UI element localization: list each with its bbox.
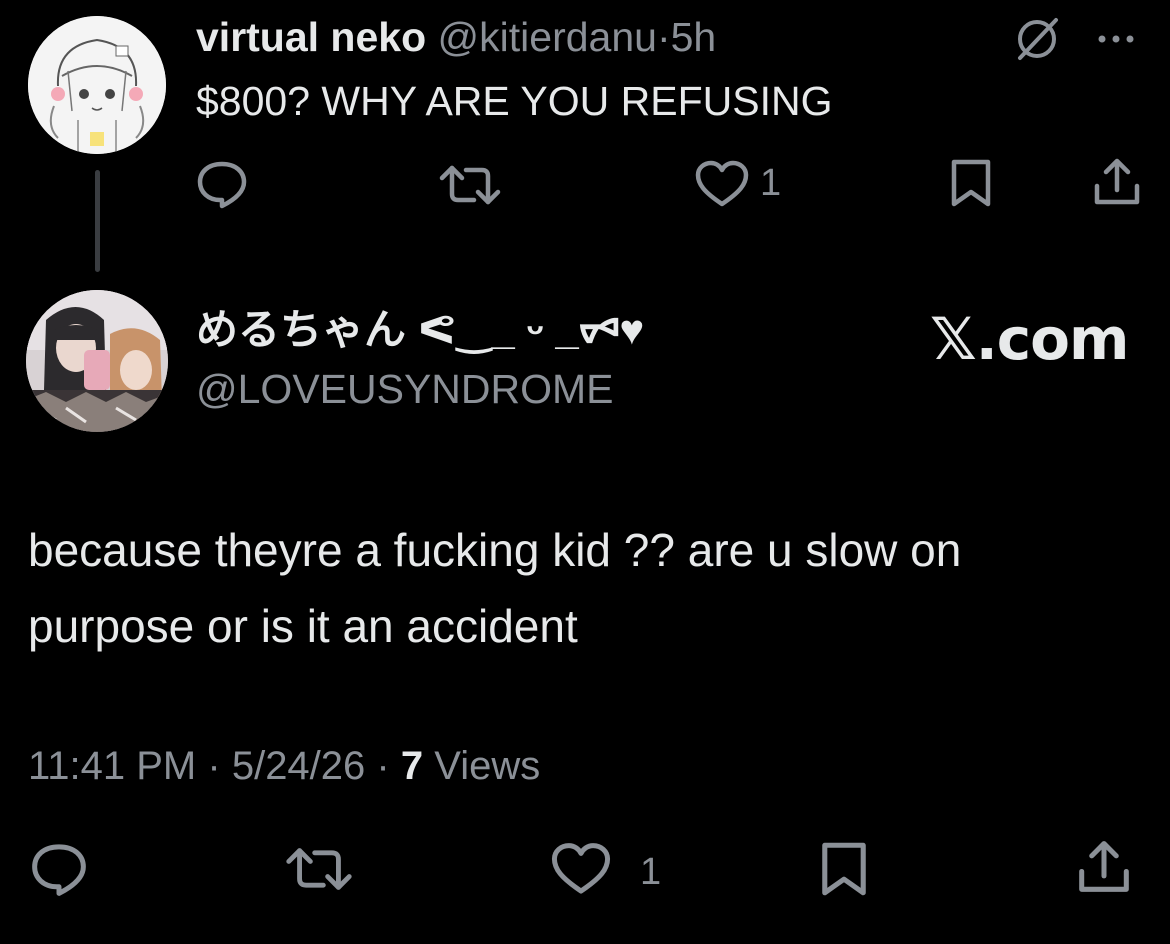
parent-timestamp[interactable]: 5h	[671, 14, 717, 60]
parent-tweet-text: $800? WHY ARE YOU REFUSING	[196, 78, 833, 124]
bookmark-icon[interactable]	[948, 158, 994, 208]
parent-handle[interactable]: @kitierdanu	[438, 14, 657, 60]
reply-tweet-text: because theyre a fucking kid ?? are u sl…	[28, 524, 962, 652]
grok-icon[interactable]	[1012, 14, 1062, 64]
retweet-icon[interactable]	[284, 842, 354, 896]
reply-date[interactable]: 5/24/26	[232, 744, 365, 788]
separator-dot: ·	[207, 744, 221, 788]
reply-handle[interactable]: @LOVEUSYNDROME	[196, 364, 614, 414]
reply-time[interactable]: 11:41 PM	[28, 744, 196, 788]
thread-connector-line	[95, 170, 100, 272]
share-icon[interactable]	[1092, 156, 1142, 208]
x-com-watermark: 𝕏.com	[930, 305, 1129, 373]
parent-tweet-header: virtual neko @kitierdanu·5h	[196, 12, 716, 62]
retweet-icon[interactable]	[438, 160, 502, 210]
like-count: 1	[640, 851, 662, 893]
parent-avatar[interactable]	[28, 16, 166, 154]
reply-icon[interactable]	[28, 840, 90, 898]
separator-dot: ·	[656, 14, 671, 60]
share-icon[interactable]	[1076, 838, 1132, 896]
reply-avatar[interactable]	[26, 290, 168, 432]
heart-icon[interactable]	[550, 842, 612, 898]
reply-display-name[interactable]: めるちゃん ᕙ‿_ ᵕ _ᢦᢦ♥	[196, 304, 644, 356]
views-label: Views	[434, 744, 541, 788]
reply-icon[interactable]	[194, 158, 250, 210]
views-count: 7	[400, 744, 424, 788]
like-count: 1	[760, 162, 782, 204]
heart-icon[interactable]	[694, 160, 750, 210]
reply-meta: 11:41 PM · 5/24/26 · 7 Views	[28, 740, 540, 792]
more-options-icon[interactable]	[1094, 24, 1138, 54]
parent-display-name[interactable]: virtual neko	[196, 14, 426, 60]
bookmark-icon[interactable]	[818, 840, 870, 898]
separator-dot: ·	[376, 744, 390, 788]
